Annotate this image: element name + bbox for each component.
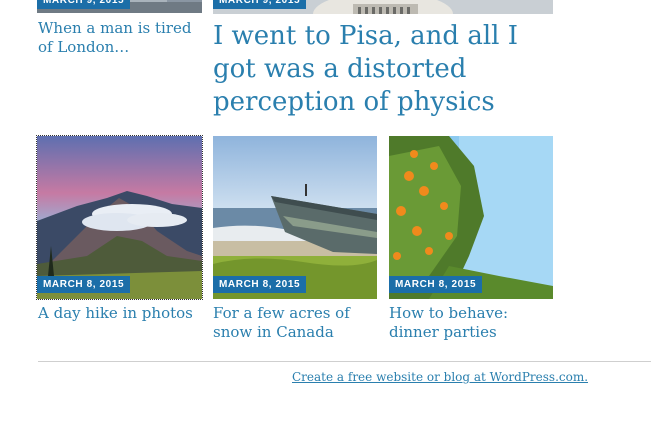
footer-divider: [38, 361, 651, 362]
post-title-canada[interactable]: For a few acres of snow in Canada: [213, 304, 383, 342]
orange-tree-photo: [389, 136, 553, 299]
post-title-london[interactable]: When a man is tired of London…: [38, 19, 198, 57]
post-title-pisa[interactable]: I went to Pisa, and all I got was a dist…: [213, 20, 553, 119]
post-title-day-hike[interactable]: A day hike in photos: [38, 304, 203, 323]
footer-credit-link[interactable]: Create a free website or blog at WordPre…: [292, 370, 588, 384]
post-thumbnail-canada[interactable]: [213, 136, 377, 299]
post-date-badge: MARCH 9, 2015: [213, 0, 307, 9]
volcano-sunset-photo: [37, 136, 202, 299]
post-date-badge: MARCH 8, 2015: [389, 276, 483, 293]
post-date-badge: MARCH 8, 2015: [213, 276, 307, 293]
post-date-badge: MARCH 9, 2015: [37, 0, 131, 9]
post-thumbnail-dinner-parties[interactable]: [389, 136, 553, 299]
boat-on-beach-photo: [213, 136, 377, 299]
post-thumbnail-day-hike[interactable]: [36, 135, 203, 300]
post-date-badge: MARCH 8, 2015: [37, 276, 131, 293]
post-title-dinner-parties[interactable]: How to behave: dinner parties: [389, 304, 529, 342]
